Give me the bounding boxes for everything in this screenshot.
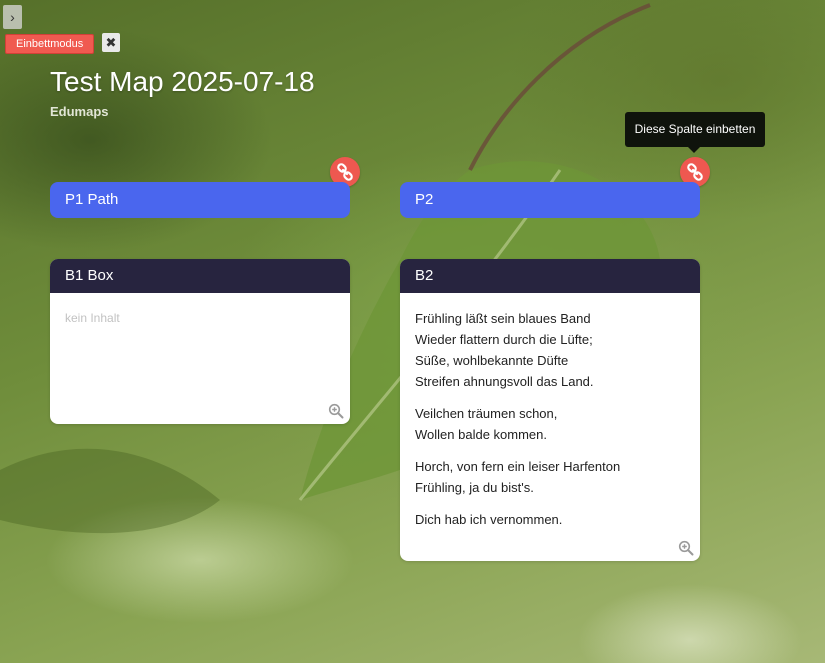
poem-line: Süße, wohlbekannte Düfte: [415, 353, 569, 368]
embed-mode-badge[interactable]: Einbettmodus: [5, 34, 95, 54]
sidebar-toggle-button[interactable]: ›: [3, 5, 22, 29]
link-icon: [687, 163, 703, 181]
poem-stanza: Veilchen träumen schon, Wollen balde kom…: [415, 403, 685, 445]
poem-line: Frühling läßt sein blaues Band: [415, 311, 591, 326]
chevron-right-icon: ›: [10, 9, 15, 25]
map-subtitle: Edumaps: [50, 104, 109, 119]
box-b2: B2 Frühling läßt sein blaues Band Wieder…: [400, 259, 700, 561]
poem-line: Frühling, ja du bist's.: [415, 480, 534, 495]
poem-line: Wieder flattern durch die Lüfte;: [415, 332, 593, 347]
poem-line: Horch, von fern ein leiser Harfenton: [415, 459, 621, 474]
map-title: Test Map 2025-07-18: [50, 66, 315, 97]
box-empty-text: kein Inhalt: [65, 311, 120, 325]
link-icon: [337, 163, 353, 181]
close-icon: ✖: [105, 35, 117, 50]
poem-line: Dich hab ich vernommen.: [415, 512, 563, 527]
box-title-b2[interactable]: B2: [400, 259, 700, 293]
path-header-p1[interactable]: P1 Path: [50, 182, 350, 218]
zoom-in-icon[interactable]: [328, 403, 344, 419]
poem-line: Wollen balde kommen.: [415, 427, 547, 442]
poem-stanza: Frühling läßt sein blaues Band Wieder fl…: [415, 308, 685, 392]
poem-line: Veilchen träumen schon,: [415, 406, 558, 421]
poem-stanza: Horch, von fern ein leiser Harfenton Frü…: [415, 456, 685, 498]
poem-stanza: Dich hab ich vernommen.: [415, 509, 685, 530]
box-content-b2: Frühling läßt sein blaues Band Wieder fl…: [400, 293, 700, 556]
box-title-b1[interactable]: B1 Box: [50, 259, 350, 293]
poem-line: Streifen ahnungsvoll das Land.: [415, 374, 594, 389]
embed-column-tooltip: Diese Spalte einbetten: [625, 112, 765, 147]
tooltip-arrow: [688, 147, 700, 153]
path-header-p2[interactable]: P2: [400, 182, 700, 218]
zoom-in-icon[interactable]: [678, 540, 694, 556]
close-embed-mode-button[interactable]: ✖: [102, 33, 120, 52]
box-b1: B1 Box kein Inhalt: [50, 259, 350, 424]
